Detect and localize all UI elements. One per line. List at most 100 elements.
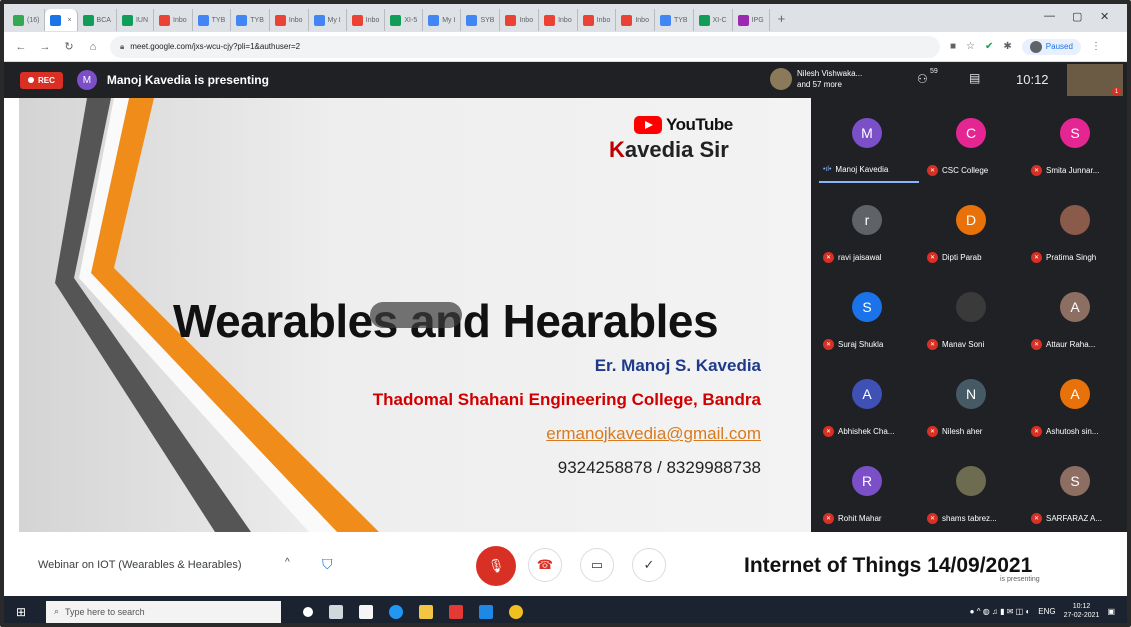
home-icon[interactable]: ⌂ (86, 41, 100, 53)
new-tab-button[interactable]: + (778, 11, 786, 26)
tab-close-icon[interactable]: × (67, 17, 71, 24)
participant-tile[interactable]: S ✕ Smita Junnar... (1023, 98, 1127, 183)
tray-icons[interactable]: ●︎ ^ ◍ ♫ ▮ ✉ ◫ ◐ (970, 607, 1031, 616)
check-extension-icon[interactable]: ✔ (985, 41, 993, 52)
participant-tile[interactable]: R ✕ Rohit Mahar (815, 446, 919, 531)
browser-tab[interactable]: Inbo (616, 9, 655, 31)
viewer-count: and 57 more (797, 80, 842, 89)
maximize-button[interactable]: ▢ (1072, 10, 1082, 23)
browser-tab[interactable]: Inbo (154, 9, 193, 31)
address-bar[interactable]: 🔒︎ meet.google.com/jxs-wcu-cjy?pli=1&aut… (110, 35, 940, 58)
participant-tile[interactable]: r ✕ ravi jaisawal (815, 185, 919, 270)
presentation-slide: YouTube Kavedia Sir Wearables and Hearab… (19, 98, 811, 532)
participant-tile[interactable]: N ✕ Nilesh aher (919, 359, 1023, 444)
cortana-icon[interactable] (303, 606, 313, 617)
participant-tile[interactable]: S ✕ Suraj Shukla (815, 272, 919, 357)
browser-tab[interactable]: XI-5 (385, 9, 424, 31)
chrome-icon[interactable] (509, 604, 523, 619)
participant-avatar: N (956, 379, 986, 409)
tab-label: My I (442, 16, 456, 24)
speaking-icon: •ıl• (823, 166, 832, 173)
participant-name: ravi jaisawal (838, 253, 882, 262)
participant-avatar (1060, 205, 1090, 235)
profile-paused-button[interactable]: Paused (1021, 38, 1081, 55)
mail-icon[interactable] (479, 604, 493, 619)
participant-name-row: ✕ Manav Soni (927, 339, 984, 350)
camera-indicator-icon[interactable]: ■ (950, 41, 956, 52)
participant-tile[interactable]: ✕ shams tabrez... (919, 446, 1023, 531)
people-icon[interactable]: ⚇ (917, 72, 928, 86)
participant-tile[interactable]: S ✕ SARFARAZ A... (1023, 446, 1127, 531)
tab-label: IUN (135, 16, 149, 24)
browser-tab[interactable]: IUN (117, 9, 155, 31)
minimize-button[interactable]: — (1044, 10, 1055, 22)
chevron-up-icon[interactable]: ^ (285, 557, 290, 568)
slide-controls-overlay[interactable] (370, 302, 462, 328)
star-icon[interactable]: ☆ (966, 41, 975, 52)
tray-date: 27-02-2021 (1063, 612, 1100, 619)
participant-name-row: ✕ Pratima Singh (1031, 252, 1096, 263)
browser-tab[interactable]: My I (423, 9, 462, 31)
store-icon[interactable] (359, 604, 373, 619)
browser-tab[interactable]: TYB (231, 9, 270, 31)
self-view-video[interactable]: 1 (1067, 64, 1123, 96)
edge-icon[interactable] (389, 604, 403, 619)
participant-avatar: S (852, 292, 882, 322)
browser-tab[interactable]: IPG (733, 9, 770, 31)
mic-toggle-button[interactable]: 🎙︎ (476, 546, 516, 586)
language-indicator[interactable]: ENG (1038, 607, 1055, 616)
browser-tab[interactable]: Inbo (500, 9, 540, 31)
mic-off-icon: 🎙︎ (487, 558, 505, 573)
meeting-details-label[interactable]: Webinar on IOT (Wearables & Hearables) (38, 559, 242, 571)
browser-tab[interactable]: Inbo (270, 9, 309, 31)
browser-tab[interactable]: TYB (655, 9, 694, 31)
tab-label: Inbo (519, 16, 534, 24)
viewer-summary[interactable]: Nilesh Vishwaka... and 57 more (797, 68, 862, 90)
participant-tile[interactable]: M •ıl• Manoj Kavedia (815, 98, 919, 183)
chat-icon[interactable]: ▤ (969, 71, 980, 85)
notifications-icon[interactable]: ▣ (1107, 607, 1115, 616)
browser-tab[interactable]: SYB (461, 9, 501, 31)
participant-tile[interactable]: C ✕ CSC College (919, 98, 1023, 183)
forward-icon[interactable]: → (38, 41, 52, 53)
participant-tile[interactable]: ✕ Pratima Singh (1023, 185, 1127, 270)
reload-icon[interactable]: ↻ (62, 40, 76, 53)
participant-tile[interactable]: ✕ Manav Soni (919, 272, 1023, 357)
browser-tab[interactable]: Inbo (347, 9, 386, 31)
youtube-brand: YouTube (634, 115, 733, 135)
browser-tab[interactable]: BCA (78, 9, 117, 31)
participant-name-row: ✕ Abhishek Cha... (823, 426, 894, 437)
browser-tab[interactable]: Inbo (539, 9, 578, 31)
close-window-button[interactable]: ✕ (1100, 10, 1109, 23)
back-icon[interactable]: ← (14, 41, 28, 53)
participant-tile[interactable]: A ✕ Abhishek Cha... (815, 359, 919, 444)
end-call-button[interactable]: ☎ (528, 548, 562, 582)
browser-tab[interactable]: (16) (8, 9, 46, 31)
camera-toggle-button[interactable]: ▭ (580, 548, 614, 582)
participant-avatar: D (956, 205, 986, 235)
browser-tab[interactable]: Inbo (578, 9, 617, 31)
extensions-icon[interactable]: ✱ (1003, 41, 1011, 52)
shield-icon[interactable]: ⛉ (322, 556, 338, 574)
mic-muted-icon: ✕ (1031, 252, 1042, 263)
task-view-icon[interactable] (329, 604, 343, 619)
browser-tab[interactable]: × (45, 9, 78, 31)
file-explorer-icon[interactable] (419, 604, 433, 619)
windows-icon[interactable]: ⊞ (16, 605, 30, 619)
participant-avatar: A (1060, 379, 1090, 409)
menu-icon[interactable]: ⋮ (1091, 41, 1101, 52)
browser-tab[interactable]: My I (309, 9, 347, 31)
participant-avatar: S (1060, 118, 1090, 148)
taskbar-search[interactable]: ⌕ Type here to search (46, 600, 281, 623)
tray-clock[interactable]: 10:12 27-02-2021 (1064, 602, 1100, 620)
browser-tab[interactable]: TYB (193, 9, 232, 31)
participant-avatar: r (852, 205, 882, 235)
browser-tab[interactable]: XI-C (694, 9, 733, 31)
participant-tile[interactable]: A ✕ Ashutosh sin... (1023, 359, 1127, 444)
tab-favicon-icon (13, 14, 24, 26)
meet-top-bar: REC M Manoj Kavedia is presenting Nilesh… (4, 62, 1127, 98)
app-icon[interactable] (449, 604, 463, 619)
participant-tile[interactable]: A ✕ Attaur Raha... (1023, 272, 1127, 357)
check-button[interactable]: ✓ (632, 548, 666, 582)
participant-tile[interactable]: D ✕ Dipti Parab (919, 185, 1023, 270)
